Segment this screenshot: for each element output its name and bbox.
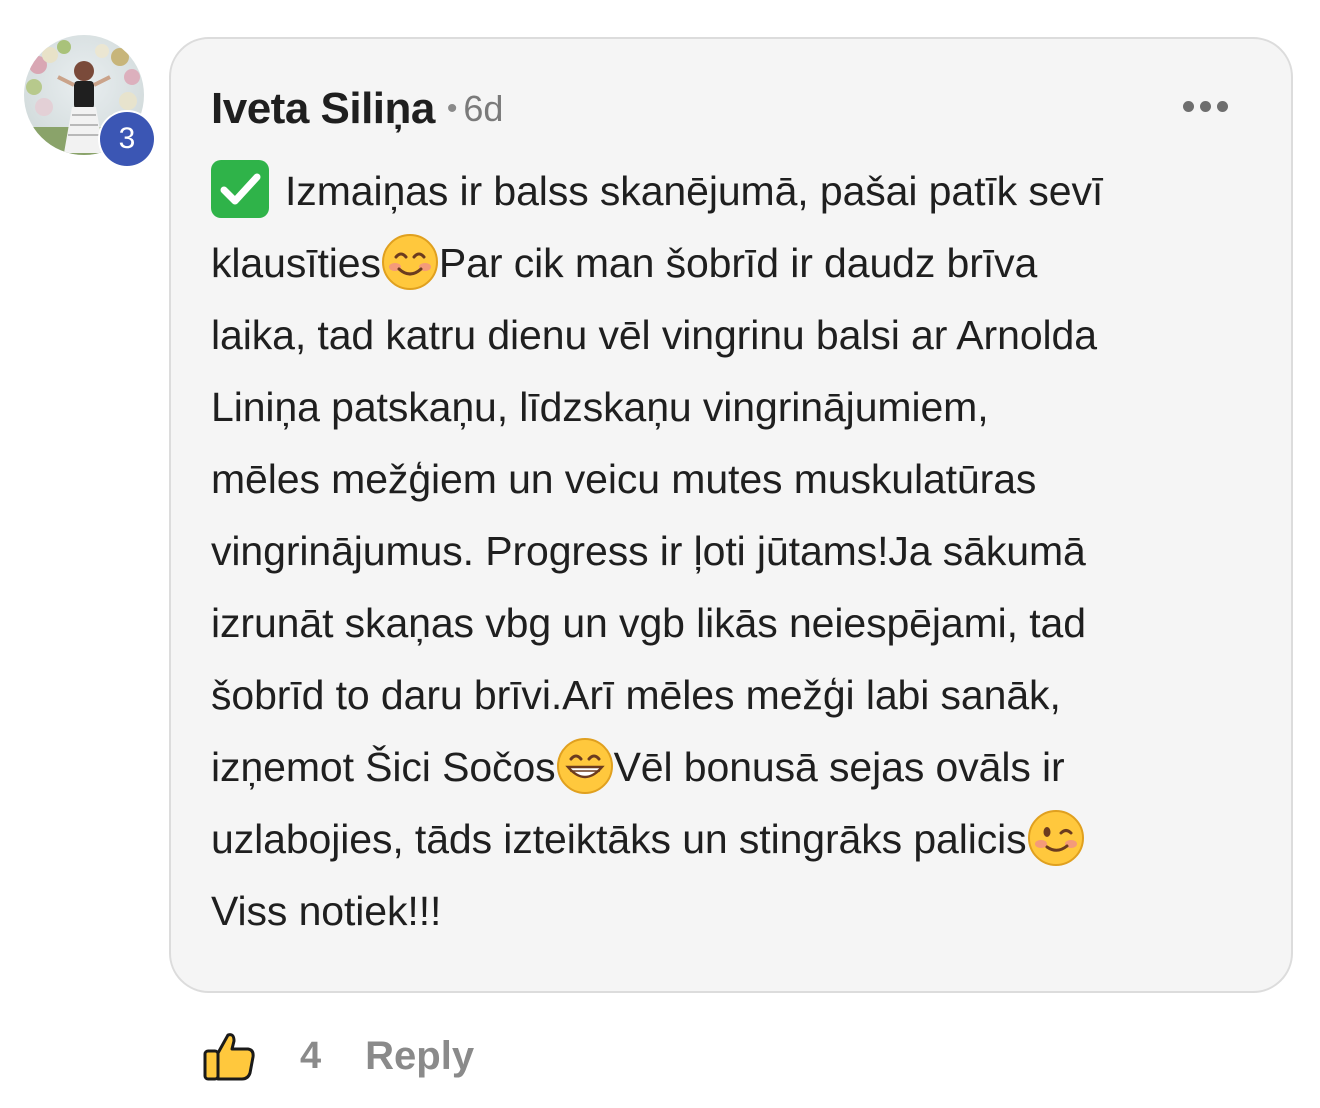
comment-text: Izmaiņas ir balss skanējumā, pašai patīk… bbox=[211, 155, 1271, 947]
comment-line-text: uzlabojies, tāds izteiktāks un stingrāks… bbox=[211, 816, 1027, 862]
smiling-face-emoji bbox=[381, 233, 439, 291]
like-count[interactable]: 4 bbox=[300, 1035, 321, 1078]
comment-line-text: klausīties bbox=[211, 240, 381, 286]
comment-line-text: izņemot Šici Sočos bbox=[211, 744, 556, 790]
comment-line: Liniņa patskaņu, līdzskaņu vingrinājumie… bbox=[211, 384, 989, 430]
comment-line: Viss notiek!!! bbox=[211, 888, 442, 934]
comment-line: laika, tad katru dienu vēl vingrinu bals… bbox=[211, 312, 1097, 358]
avatar-level-badge: 3 bbox=[98, 110, 156, 168]
badge-count: 3 bbox=[100, 112, 154, 166]
grinning-face-emoji bbox=[556, 737, 614, 795]
author-name[interactable]: Iveta Siliņa bbox=[211, 84, 435, 134]
comment-line: izņemot Šici Sočos Vēl bonusā sejas ovāl… bbox=[211, 731, 1271, 803]
more-options-icon[interactable] bbox=[1183, 97, 1229, 117]
comment-line: Izmaiņas ir balss skanējumā, pašai patīk… bbox=[211, 155, 1271, 227]
check-mark-emoji bbox=[211, 160, 269, 219]
comment-line: uzlabojies, tāds izteiktāks un stingrāks… bbox=[211, 803, 1271, 875]
time-separator: • bbox=[446, 92, 458, 125]
comment-header: Iveta Siliņa • 6d bbox=[211, 81, 503, 137]
comment-line-text: Izmaiņas ir balss skanējumā, pašai patīk… bbox=[285, 168, 1104, 214]
thumbs-up-icon[interactable] bbox=[200, 1027, 258, 1085]
comment-line: izrunāt skaņas vbg un vgb likās neiespēj… bbox=[211, 600, 1086, 646]
comment-line: šobrīd to daru brīvi.Arī mēles mežģi lab… bbox=[211, 672, 1061, 718]
comment-time: 6d bbox=[463, 88, 504, 129]
comment-line-text: Vēl bonusā sejas ovāls ir bbox=[613, 744, 1065, 790]
comment-line-text: Par cik man šobrīd ir daudz brīva bbox=[438, 240, 1038, 286]
comment-line: vingrinājumus. Progress ir ļoti jūtams!J… bbox=[211, 528, 1086, 574]
winking-face-emoji bbox=[1027, 809, 1085, 867]
comment-line: mēles mežģiem un veicu mutes muskulatūra… bbox=[211, 456, 1037, 502]
reply-button[interactable]: Reply bbox=[365, 1034, 474, 1079]
comment-line: klausīties Par cik man šobrīd ir daudz b… bbox=[211, 227, 1271, 299]
comment-actions: 4 Reply bbox=[200, 1024, 474, 1088]
comment-bubble: Iveta Siliņa • 6d Izmaiņas ir balss skan… bbox=[169, 37, 1293, 993]
comment-thread: 3 Iveta Siliņa • 6d Izmaiņas ir balss sk… bbox=[0, 0, 1320, 1108]
